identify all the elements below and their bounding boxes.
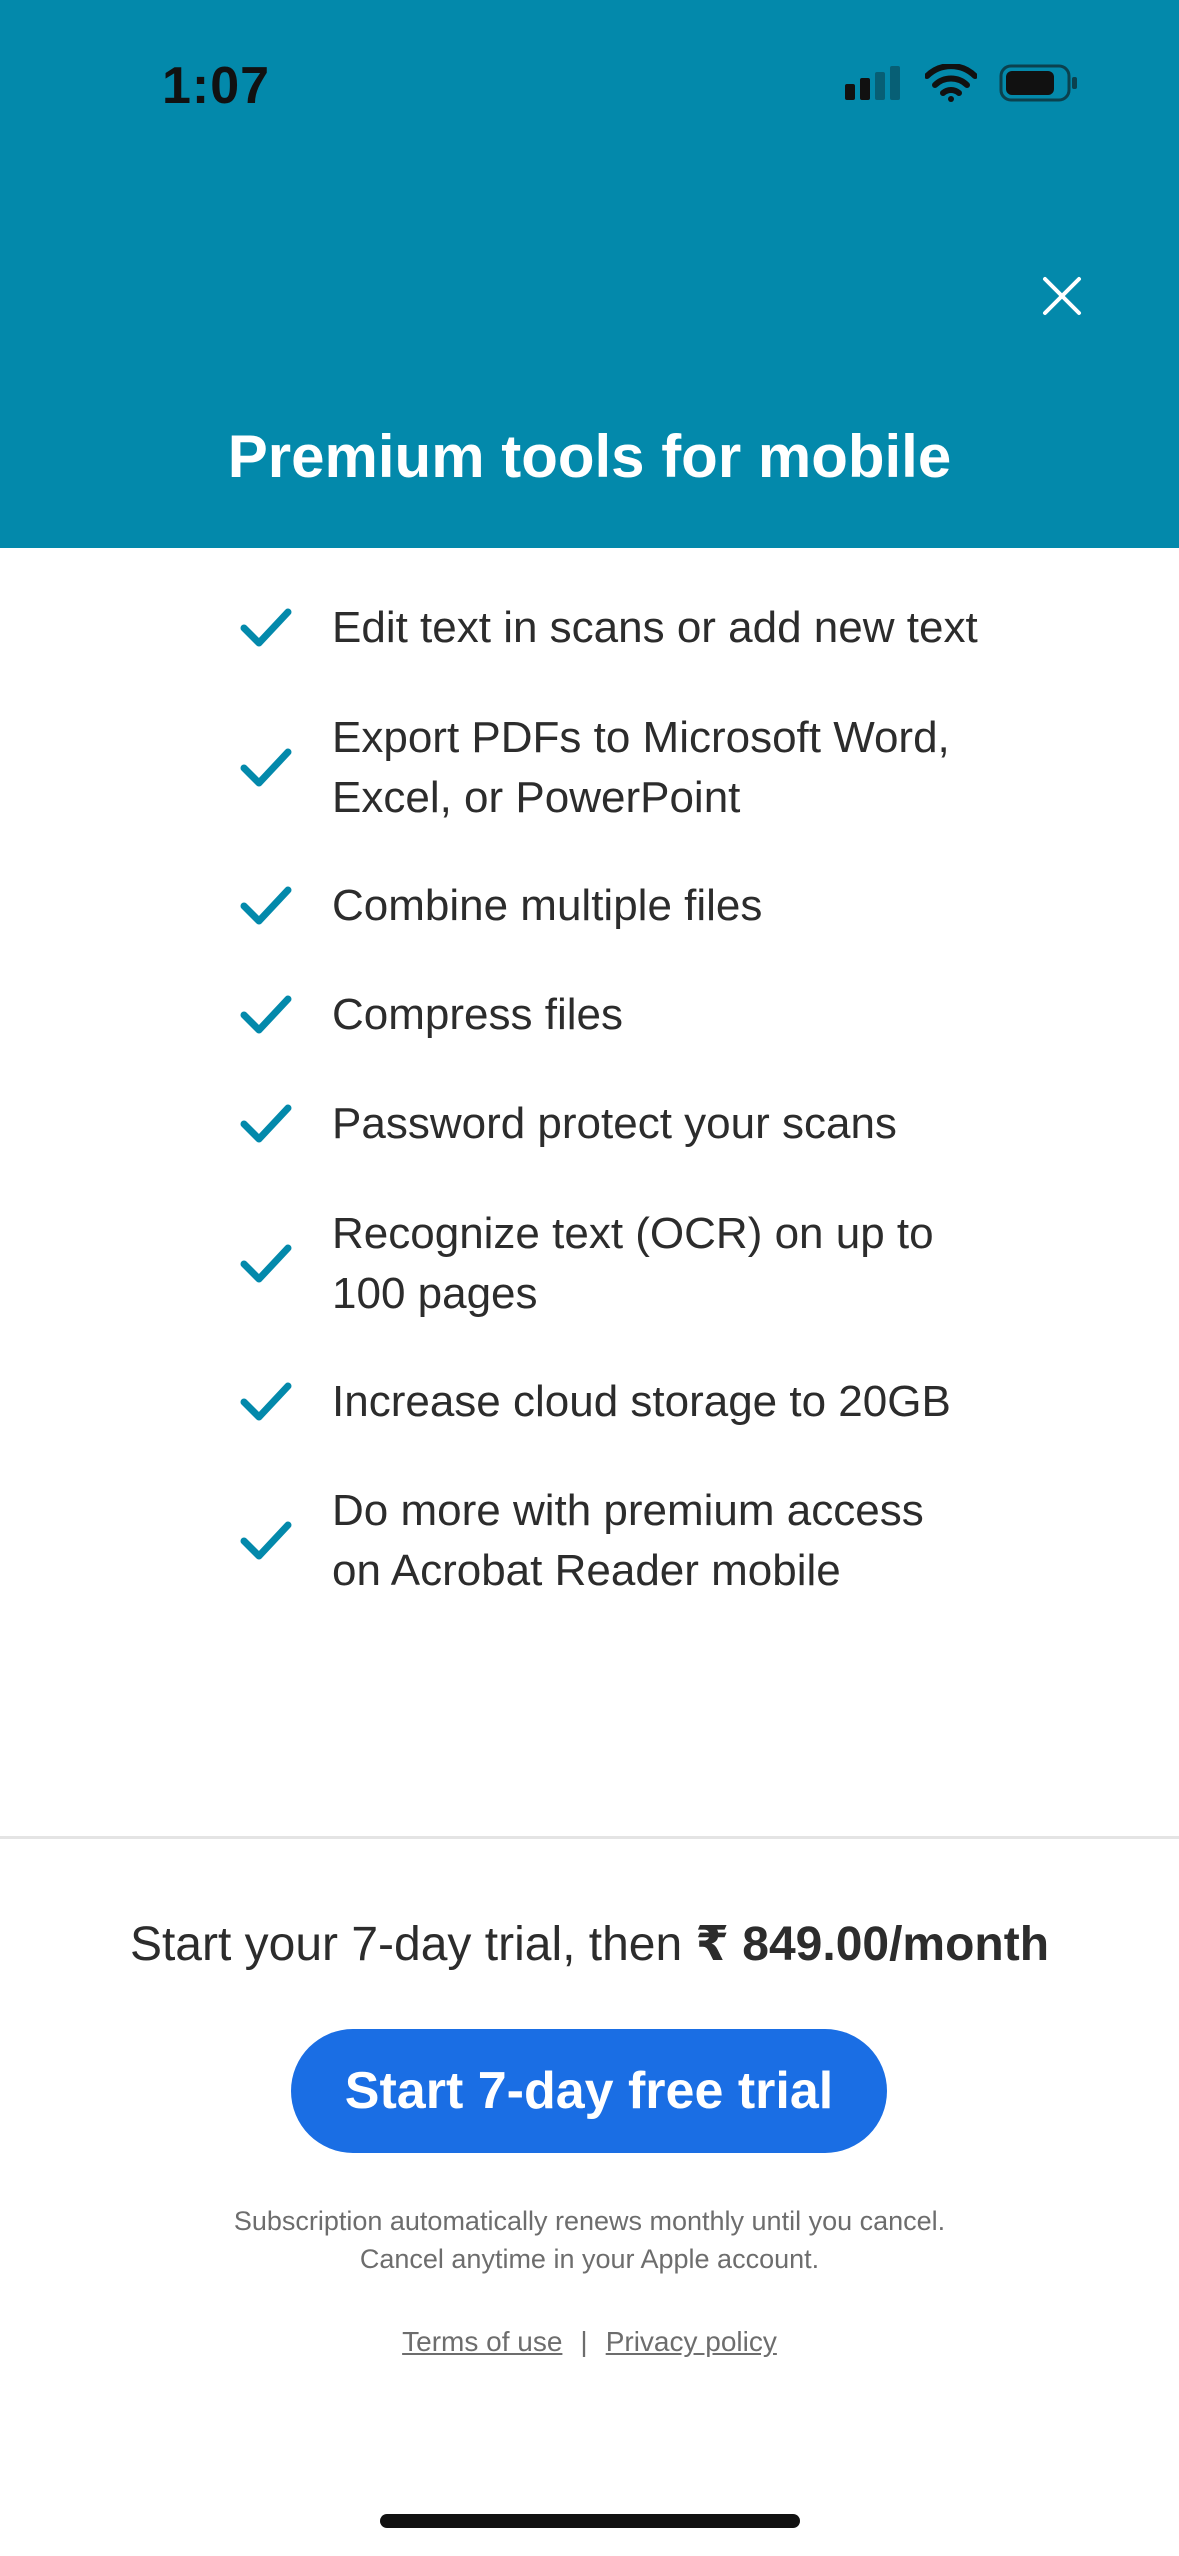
feature-item: Compress files <box>240 985 1000 1045</box>
trial-offer-text: Start your 7-day trial, then ₹ 849.00/mo… <box>0 1916 1179 1972</box>
header: 1:07 Premium tools for mobile <box>0 0 1179 548</box>
feature-item: Export PDFs to Microsoft Word, Excel, or… <box>240 708 1000 828</box>
disclaimer-line-1: Subscription automatically renews monthl… <box>233 2206 946 2236</box>
feature-text: Combine multiple files <box>332 881 763 930</box>
trial-price: ₹ 849.00/month <box>695 1918 1050 1971</box>
feature-text: Increase cloud storage to 20GB <box>332 1377 951 1426</box>
privacy-policy-link[interactable]: Privacy policy <box>606 2326 777 2358</box>
status-icons <box>845 64 1079 102</box>
feature-text: Recognize text (OCR) on up to 100 pages <box>332 1209 934 1318</box>
legal-links: Terms of use | Privacy policy <box>0 2326 1179 2358</box>
page-title: Premium tools for mobile <box>227 423 952 490</box>
check-icon <box>240 1382 292 1421</box>
divider <box>0 1836 1179 1839</box>
start-trial-button[interactable]: Start 7-day free trial <box>291 2029 887 2153</box>
check-icon <box>240 1244 292 1283</box>
check-icon <box>240 1521 292 1560</box>
feature-text: Compress files <box>332 990 623 1039</box>
feature-text: Edit text in scans or add new text <box>332 603 978 652</box>
wifi-icon <box>925 64 977 102</box>
check-icon <box>240 886 292 925</box>
terms-of-use-link[interactable]: Terms of use <box>402 2326 562 2358</box>
home-indicator[interactable] <box>380 2514 800 2528</box>
cellular-signal-icon <box>845 66 900 100</box>
disclaimer-line-2: Cancel anytime in your Apple account. <box>359 2244 820 2274</box>
subscription-disclaimer: Subscription automatically renews monthl… <box>0 2202 1179 2278</box>
feature-item: Recognize text (OCR) on up to 100 pages <box>240 1204 1000 1324</box>
trial-offer-prefix: Start your 7-day trial, then <box>129 1918 696 1971</box>
status-time: 1:07 <box>162 57 271 115</box>
feature-text: Export PDFs to Microsoft Word, Excel, or… <box>332 713 950 822</box>
check-icon <box>240 608 292 647</box>
check-icon <box>240 995 292 1034</box>
feature-item: Combine multiple files <box>240 876 1000 936</box>
feature-item: Do more with premium access on Acrobat R… <box>240 1481 1000 1601</box>
feature-text: Do more with premium access on Acrobat R… <box>332 1486 924 1595</box>
link-separator: | <box>580 2326 588 2357</box>
feature-item: Edit text in scans or add new text <box>240 598 1000 658</box>
feature-item: Password protect your scans <box>240 1094 1000 1154</box>
check-icon <box>240 748 292 787</box>
check-icon <box>240 1104 292 1143</box>
close-icon <box>1043 277 1081 315</box>
battery-icon <box>999 64 1077 102</box>
feature-item: Increase cloud storage to 20GB <box>240 1372 1000 1432</box>
close-button[interactable] <box>1022 256 1102 336</box>
feature-text: Password protect your scans <box>332 1099 897 1148</box>
